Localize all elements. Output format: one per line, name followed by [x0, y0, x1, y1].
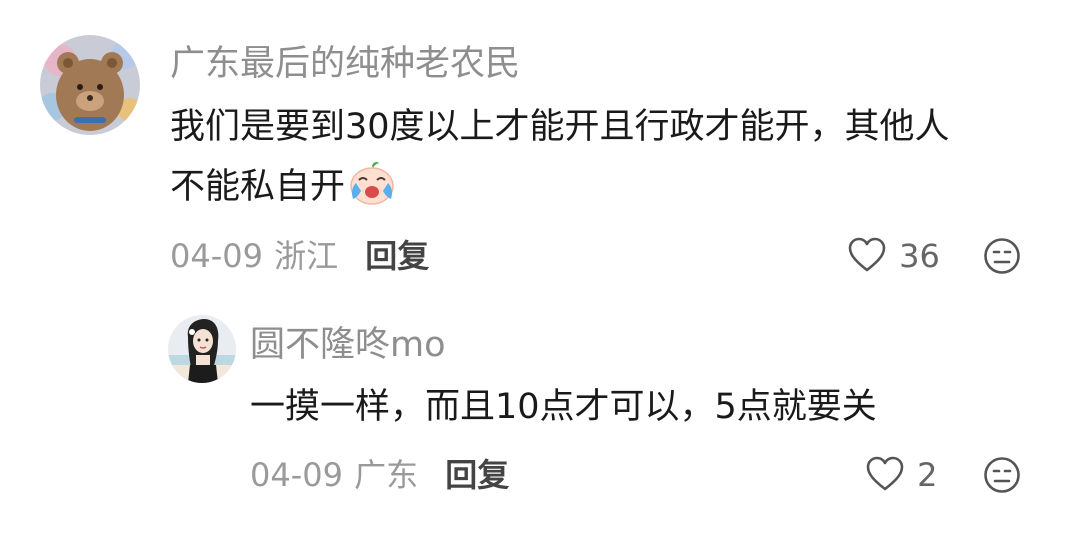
reply-location: 广东 [354, 456, 419, 494]
reply-meta: 04-09 广东 回复 [250, 455, 509, 495]
comment-text-line2-row: 不能私自开 [170, 157, 1050, 225]
reply-button-2[interactable]: 回复 [445, 456, 509, 494]
like-count-2: 2 [917, 456, 938, 494]
reply-button[interactable]: 回复 [365, 237, 429, 275]
like-button[interactable]: 36 [848, 236, 940, 277]
comment-text-line1: 我们是要到30度以上才能开且行政才能开，其他人 [170, 107, 950, 147]
crying-laughing-emoji-icon [347, 160, 397, 225]
comment-meta: 04-09 浙江 回复 [170, 236, 429, 276]
avatar-user1[interactable] [40, 35, 140, 135]
avatar-user2[interactable] [168, 315, 236, 383]
heart-outline-icon[interactable] [848, 237, 886, 277]
username-user2[interactable]: 圆不隆咚mo [250, 325, 446, 365]
like-button-2[interactable]: 2 [866, 455, 937, 496]
neutral-face-icon[interactable] [983, 237, 1021, 279]
reply-text: 一摸一样，而且10点才可以，5点就要关 [250, 387, 877, 427]
comment-text: 我们是要到30度以上才能开且行政才能开，其他人 不能私自开 [170, 97, 1050, 225]
neutral-face-icon[interactable] [983, 456, 1021, 498]
reply-date: 04-09 [250, 456, 343, 494]
username-user1[interactable]: 广东最后的纯种老农民 [170, 44, 520, 84]
like-count: 36 [899, 237, 940, 275]
heart-outline-icon[interactable] [866, 456, 904, 496]
comment-date: 04-09 [170, 237, 263, 275]
comment-location: 浙江 [274, 237, 339, 275]
comment-text-line2: 不能私自开 [170, 167, 346, 207]
